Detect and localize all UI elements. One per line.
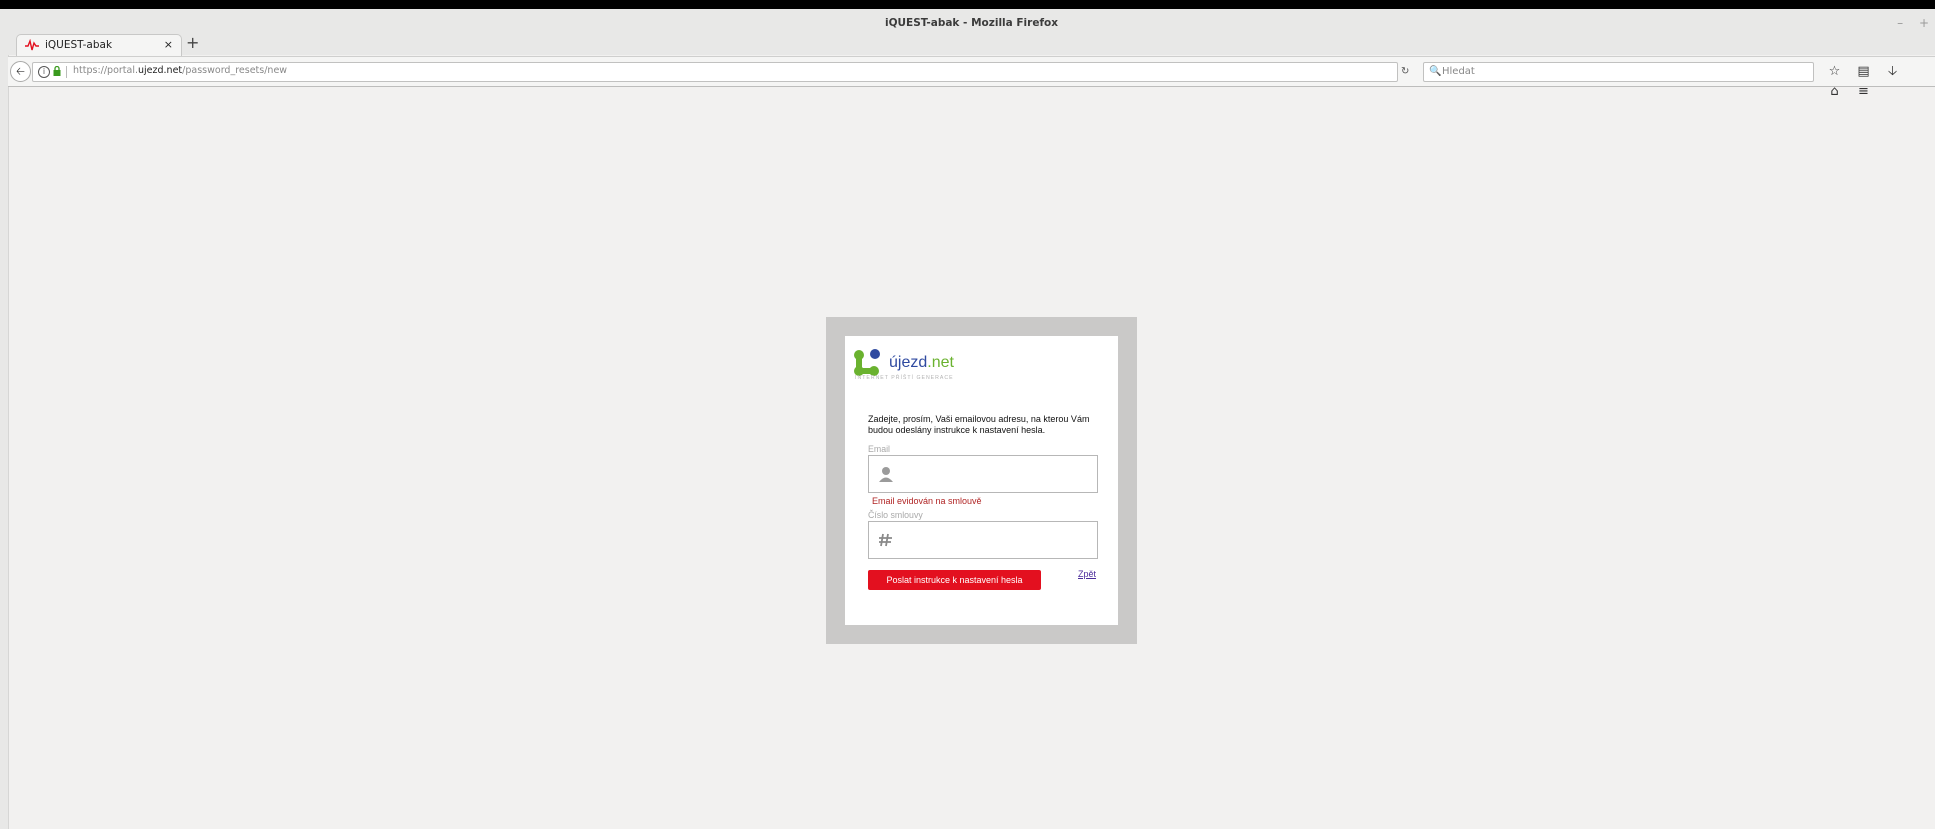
- close-icon[interactable]: ×: [164, 38, 173, 51]
- favicon-icon: [25, 39, 39, 51]
- tab-title: iQUEST-abak: [45, 39, 113, 51]
- hash-icon: [879, 533, 892, 547]
- lock-icon: [53, 66, 61, 76]
- logo-text: újezd.net: [889, 354, 954, 371]
- url-text[interactable]: https://portal.ujezd.net/password_resets…: [73, 65, 287, 76]
- email-error-message: Email evidován na smlouvě: [872, 496, 982, 506]
- window-title: iQUEST-abak - Mozilla Firefox: [884, 17, 1059, 29]
- email-field[interactable]: [868, 455, 1098, 493]
- tab-strip: iQUEST-abak × +: [8, 33, 1935, 56]
- maximize-button[interactable]: +: [1919, 16, 1929, 30]
- search-icon: 🔍: [1429, 66, 1442, 77]
- toolbar-icons: ☆ ▤ 🡣 ⌂ ≡: [1820, 62, 1935, 99]
- bookmark-star-icon[interactable]: ☆: [1820, 64, 1849, 79]
- search-placeholder: Hledat: [1442, 66, 1475, 77]
- contract-number-label: Číslo smlouvy: [868, 510, 923, 520]
- new-tab-button[interactable]: +: [186, 33, 199, 52]
- arrow-left-icon: 🡠: [16, 65, 25, 78]
- menu-icon[interactable]: ≡: [1849, 84, 1878, 99]
- instructions-text: Zadejte, prosím, Vaši emailovou adresu, …: [868, 414, 1090, 435]
- download-icon[interactable]: 🡣: [1878, 62, 1907, 84]
- back-link[interactable]: Zpět: [1078, 569, 1096, 579]
- user-icon: [879, 467, 893, 482]
- ujezd-logo: újezd.net INTERNET PŘÍŠTÍ GENERACE: [853, 348, 963, 382]
- send-instructions-button[interactable]: Poslat instrukce k nastavení hesla: [868, 570, 1041, 590]
- contract-number-field[interactable]: [868, 521, 1098, 559]
- email-label: Email: [868, 444, 890, 454]
- logo-tagline: INTERNET PŘÍŠTÍ GENERACE: [855, 375, 954, 381]
- search-bar[interactable]: 🔍 Hledat: [1423, 62, 1814, 82]
- url-bar[interactable]: i https://portal.ujezd.net/password_rese…: [32, 62, 1409, 82]
- contract-number-input[interactable]: [899, 528, 1093, 552]
- password-reset-card: újezd.net INTERNET PŘÍŠTÍ GENERACE Zadej…: [845, 336, 1118, 625]
- desktop-left-edge: [0, 9, 9, 829]
- minimize-button[interactable]: –: [1897, 16, 1903, 30]
- screen-top-edge: [0, 0, 1935, 9]
- email-input[interactable]: [899, 462, 1093, 486]
- tab-iquest-abak[interactable]: iQUEST-abak ×: [16, 34, 182, 56]
- back-button[interactable]: 🡠: [10, 61, 31, 82]
- reading-list-icon[interactable]: ▤: [1849, 64, 1878, 79]
- home-icon[interactable]: ⌂: [1820, 84, 1849, 99]
- login-card-frame: újezd.net INTERNET PŘÍŠTÍ GENERACE Zadej…: [826, 317, 1137, 644]
- url-separator: [66, 66, 67, 78]
- navigation-toolbar: 🡠 i https://portal.ujezd.net/password_re…: [8, 56, 1935, 99]
- logo-mark-icon: [854, 349, 880, 376]
- info-icon[interactable]: i: [38, 66, 50, 78]
- reload-icon[interactable]: ↻: [1401, 66, 1409, 77]
